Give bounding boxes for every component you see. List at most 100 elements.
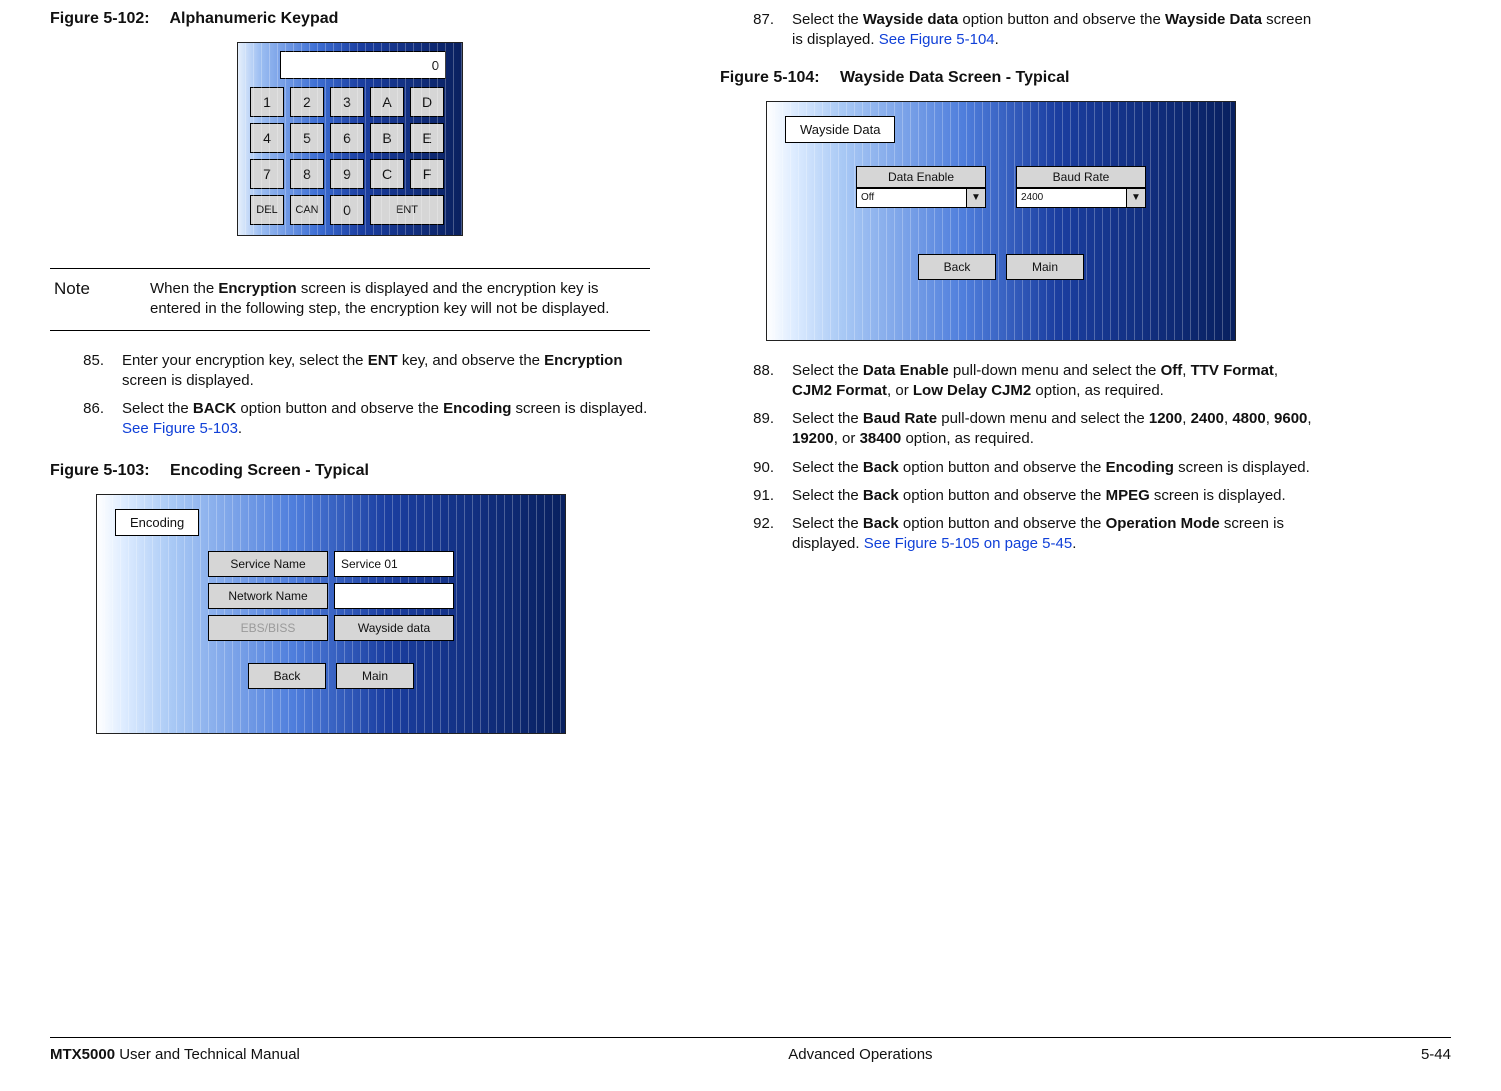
step-body: Select the BACK option button and observ… xyxy=(122,399,650,440)
keypad-row: DEL CAN 0 ENT xyxy=(250,195,450,225)
footer-page-number: 5-44 xyxy=(1421,1046,1451,1063)
key-can[interactable]: CAN xyxy=(290,195,324,225)
figure-104-title: Wayside Data Screen - Typical xyxy=(840,69,1069,86)
key-9[interactable]: 9 xyxy=(330,159,364,189)
t: MPEG xyxy=(1106,487,1150,504)
t: screen is displayed. xyxy=(1174,459,1310,476)
t: . xyxy=(238,420,242,437)
t: TTV Format xyxy=(1191,362,1274,379)
baud-rate-label: Baud Rate xyxy=(1016,166,1146,188)
keypad-figure: 0 1 2 3 A D 4 5 6 B E xyxy=(50,42,650,236)
figure-102-label: Figure 5-102: xyxy=(50,10,150,27)
step-body: Select the Back option button and observ… xyxy=(792,486,1320,506)
t: , xyxy=(1266,410,1274,427)
t: Encoding xyxy=(443,400,511,417)
dropdown-arrow-icon[interactable]: ▼ xyxy=(1126,188,1146,208)
step-body: Select the Back option button and observ… xyxy=(792,514,1320,555)
key-del[interactable]: DEL xyxy=(250,195,284,225)
figure-link[interactable]: See Figure 5-103 xyxy=(122,420,238,437)
t: 2400 xyxy=(1191,410,1224,427)
baud-rate-dropdown[interactable]: 2400 ▼ xyxy=(1016,188,1146,208)
key-6[interactable]: 6 xyxy=(330,123,364,153)
note-text: When the Encryption screen is displayed … xyxy=(150,279,650,320)
t: Encoding xyxy=(1106,459,1174,476)
key-0[interactable]: 0 xyxy=(330,195,364,225)
key-e[interactable]: E xyxy=(410,123,444,153)
t: Operation Mode xyxy=(1106,515,1220,532)
figure-104-caption: Figure 5-104: Wayside Data Screen - Typi… xyxy=(720,69,1320,87)
keypad-grid: 1 2 3 A D 4 5 6 B E 7 8 xyxy=(248,87,452,225)
figure-link[interactable]: See Figure 5-104 xyxy=(879,31,995,48)
nav-row: Back Main xyxy=(248,663,414,689)
t: option button and observe the xyxy=(899,459,1106,476)
step-86: 86. Select the BACK option button and ob… xyxy=(74,399,650,440)
figure-102-title: Alphanumeric Keypad xyxy=(169,10,338,27)
note-block: Note When the Encryption screen is displ… xyxy=(50,268,650,331)
t: ENT xyxy=(368,352,398,369)
step-89: 89. Select the Baud Rate pull-down menu … xyxy=(744,409,1320,450)
figure-link[interactable]: See Figure 5-105 on page 5-45 xyxy=(864,535,1072,552)
t: option, as required. xyxy=(901,430,1034,447)
step-body: Select the Baud Rate pull-down menu and … xyxy=(792,409,1320,450)
key-5[interactable]: 5 xyxy=(290,123,324,153)
step-90: 90. Select the Back option button and ob… xyxy=(744,458,1320,478)
step-number: 87. xyxy=(744,10,774,51)
network-name-button[interactable]: Network Name xyxy=(208,583,328,609)
t: pull-down menu and select the xyxy=(949,362,1161,379)
encoding-tab: Encoding xyxy=(115,509,199,536)
t: BACK xyxy=(193,400,236,417)
key-c[interactable]: C xyxy=(370,159,404,189)
ebs-wayside-row: EBS/BISS Wayside data xyxy=(208,615,454,641)
step-body: Select the Data Enable pull-down menu an… xyxy=(792,361,1320,402)
t: option, as required. xyxy=(1031,382,1164,399)
wayside-data-button[interactable]: Wayside data xyxy=(334,615,454,641)
data-enable-dropdown[interactable]: Off ▼ xyxy=(856,188,986,208)
wayside-screen-figure: Wayside Data Data Enable Off ▼ xyxy=(766,101,1320,341)
key-8[interactable]: 8 xyxy=(290,159,324,189)
note-pre: When the xyxy=(150,280,218,297)
product-name: MTX5000 xyxy=(50,1046,115,1063)
network-name-row: Network Name xyxy=(208,583,454,609)
back-button[interactable]: Back xyxy=(918,254,996,280)
page-footer: MTX5000 User and Technical Manual Advanc… xyxy=(50,1037,1451,1063)
alphanumeric-keypad: 0 1 2 3 A D 4 5 6 B E xyxy=(237,42,463,236)
key-2[interactable]: 2 xyxy=(290,87,324,117)
key-b[interactable]: B xyxy=(370,123,404,153)
key-d[interactable]: D xyxy=(410,87,444,117)
figure-102-caption: Figure 5-102: Alphanumeric Keypad xyxy=(50,10,650,28)
key-3[interactable]: 3 xyxy=(330,87,364,117)
t: pull-down menu and select the xyxy=(937,410,1149,427)
t: , xyxy=(1182,410,1190,427)
data-enable-label: Data Enable xyxy=(856,166,986,188)
baud-rate-value: 2400 xyxy=(1016,188,1126,208)
t: 4800 xyxy=(1232,410,1265,427)
t: 1200 xyxy=(1149,410,1182,427)
t: Baud Rate xyxy=(863,410,937,427)
service-name-button[interactable]: Service Name xyxy=(208,551,328,577)
keypad-row: 4 5 6 B E xyxy=(250,123,450,153)
t: , or xyxy=(887,382,913,399)
t: Select the xyxy=(122,400,193,417)
t: . xyxy=(995,31,999,48)
footer-left: MTX5000 User and Technical Manual xyxy=(50,1046,300,1063)
t: Back xyxy=(863,487,899,504)
main-button[interactable]: Main xyxy=(1006,254,1084,280)
data-enable-value: Off xyxy=(856,188,966,208)
key-4[interactable]: 4 xyxy=(250,123,284,153)
key-ent[interactable]: ENT xyxy=(370,195,444,225)
key-a[interactable]: A xyxy=(370,87,404,117)
t: option button and observe the xyxy=(899,487,1106,504)
key-7[interactable]: 7 xyxy=(250,159,284,189)
step-92: 92. Select the Back option button and ob… xyxy=(744,514,1320,555)
t: Select the xyxy=(792,362,863,379)
key-f[interactable]: F xyxy=(410,159,444,189)
key-1[interactable]: 1 xyxy=(250,87,284,117)
t: Wayside data xyxy=(863,11,958,28)
encoding-screen-figure: Encoding Service Name Service 01 Network… xyxy=(96,494,650,734)
step-number: 90. xyxy=(744,458,774,478)
dropdown-arrow-icon[interactable]: ▼ xyxy=(966,188,986,208)
t: Select the xyxy=(792,487,863,504)
nav-row: Back Main xyxy=(918,254,1084,280)
main-button[interactable]: Main xyxy=(336,663,414,689)
back-button[interactable]: Back xyxy=(248,663,326,689)
